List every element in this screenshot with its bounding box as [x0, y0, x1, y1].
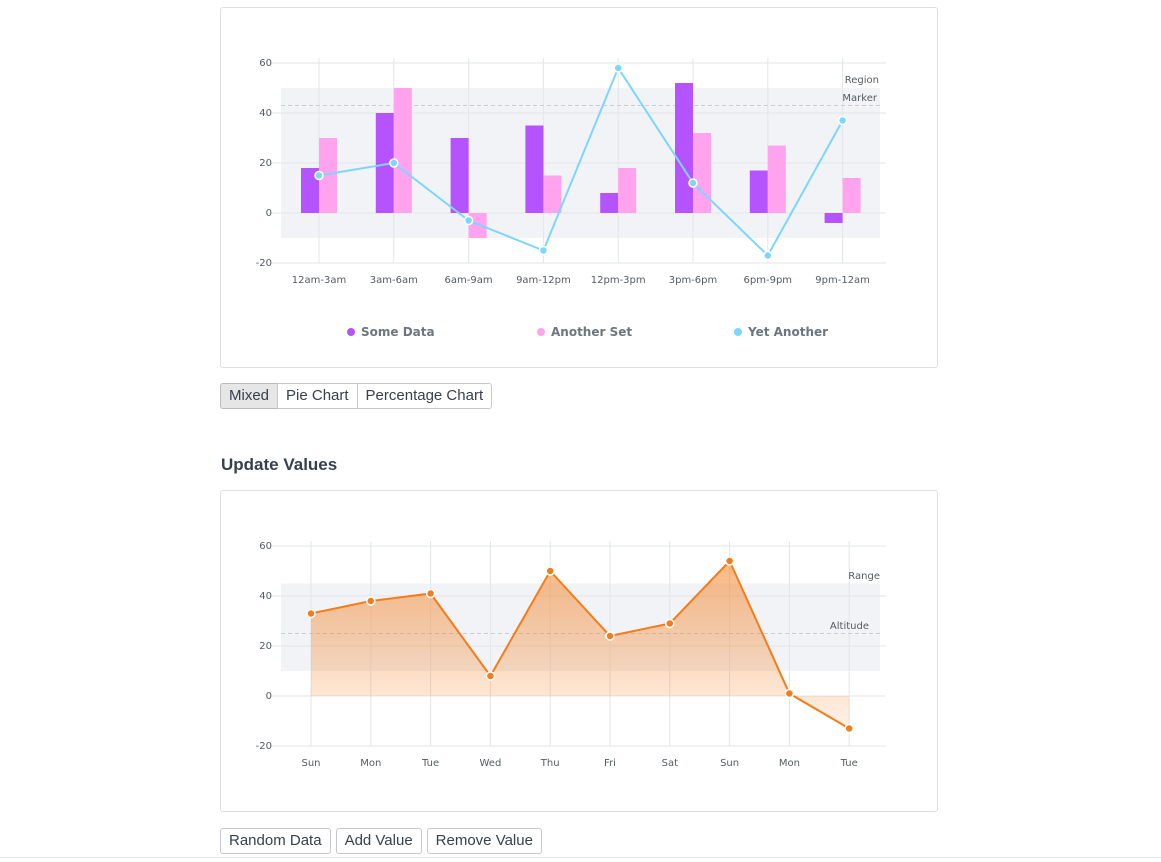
chart2-x-tick-label: Sat	[662, 758, 678, 769]
legend-swatch	[734, 328, 742, 336]
remove-value-button[interactable]: Remove Value	[426, 828, 542, 854]
another-set-bar	[767, 145, 786, 213]
chart2-y-tick-label: 20	[259, 641, 272, 652]
mixed-button[interactable]: Mixed	[220, 383, 279, 409]
chart1-x-tick-label: 9am-12pm	[516, 275, 571, 286]
chart1-x-tick-label: 12pm-3pm	[591, 275, 646, 286]
chart2-x-tick-label: Sun	[720, 758, 739, 769]
another-set-bar	[842, 178, 861, 213]
chart2-y-tick-label: 60	[259, 541, 272, 552]
update-values-heading: Update Values	[221, 455, 338, 474]
chart1-y-tick-label: 20	[259, 158, 272, 169]
add-value-button[interactable]: Add Value	[335, 828, 422, 854]
chart2-y-tick-label: 0	[266, 691, 272, 702]
another-set-bar	[693, 133, 711, 213]
area-point	[425, 588, 436, 599]
chart1-y-tick-label: -20	[256, 258, 272, 269]
some-data-bar	[675, 83, 693, 213]
some-data-bar	[525, 125, 544, 213]
marker-label: Marker	[842, 93, 877, 104]
percentage-chart-button[interactable]: Percentage Chart	[356, 383, 493, 409]
area-point	[366, 596, 376, 606]
legend-swatch	[347, 328, 355, 336]
chart2-y-tick-label: -20	[256, 741, 272, 752]
altitude-label: Altitude	[830, 621, 869, 632]
area-chart-card: 60 40 20 0 -20 Sun Mon Tue Wed Thu Fri Sat Sun Mon Tue…	[220, 490, 938, 812]
area-point	[784, 688, 795, 699]
chart1-x-tick-label: 9pm-12am	[815, 275, 870, 286]
yet-another-point	[463, 215, 474, 226]
some-data-bar	[749, 170, 768, 213]
area-point	[844, 723, 854, 734]
mixed-chart-card: 60 40 20 0 -20 12am-3am 3am-6am 6am-9am 9am-12pm…	[220, 7, 938, 368]
yet-another-point	[837, 115, 848, 126]
another-set-bar	[543, 175, 562, 213]
another-set-bar	[393, 88, 412, 213]
some-data-bar	[824, 213, 843, 223]
area-chart: 60 40 20 0 -20 Sun Mon Tue Wed Thu Fri Sat Sun Mon Tue…	[256, 541, 886, 769]
chart1-x-tick-label: 12am-3am	[292, 275, 346, 286]
legend-label: Yet Another	[747, 325, 828, 339]
yet-another-point	[763, 250, 773, 261]
area-point	[665, 618, 675, 629]
yet-another-point	[314, 170, 324, 181]
chart2-x-tick-label: Wed	[479, 758, 501, 769]
mixed-chart: 60 40 20 0 -20 12am-3am 3am-6am 6am-9am 9am-12pm…	[256, 58, 886, 339]
chart2-y-tick-label: 40	[259, 591, 272, 602]
chart1-y-tick-label: 40	[259, 108, 272, 119]
area-point	[306, 608, 316, 619]
area-point	[605, 631, 615, 641]
another-set-bar	[618, 168, 637, 213]
yet-another-point	[688, 178, 698, 188]
region-label: Region	[845, 75, 879, 86]
yet-another-point	[389, 158, 399, 168]
pie-chart-button[interactable]: Pie Chart	[277, 383, 358, 409]
chart1-y-tick-label: 0	[266, 208, 272, 219]
chart2-x-tick-label: Thu	[540, 758, 560, 769]
chart2-x-tick-label: Tue	[840, 758, 858, 769]
area-point	[485, 671, 496, 681]
yet-another-point	[613, 63, 623, 73]
chart2-x-tick-label: Mon	[779, 758, 800, 769]
legend-swatch	[537, 328, 545, 336]
chart1-x-tick-label: 3am-6am	[370, 275, 418, 286]
chart1-x-tick-label: 6am-9am	[445, 275, 493, 286]
chart2-x-tick-label: Tue	[421, 758, 439, 769]
legend-label: Another Set	[551, 325, 632, 339]
range-label: Range	[848, 571, 880, 582]
yet-another-point	[538, 245, 549, 256]
chart1-y-tick-label: 60	[259, 58, 272, 69]
chart-type-button-group: Mixed Pie Chart Percentage Chart	[220, 383, 493, 409]
chart2-x-tick-label: Mon	[360, 758, 381, 769]
chart2-x-tick-label: Fri	[604, 758, 616, 769]
chart1-x-tick-label: 6pm-9pm	[744, 275, 793, 286]
chart2-x-tick-label: Sun	[301, 758, 320, 769]
random-data-button[interactable]: Random Data	[220, 828, 331, 854]
legend-label: Some Data	[361, 325, 435, 339]
area-point	[545, 566, 555, 576]
area-point	[724, 556, 735, 566]
page-divider	[0, 857, 1161, 858]
update-values-button-group: Random Data Add Value Remove Value	[220, 828, 542, 854]
some-data-bar	[600, 193, 619, 213]
chart1-x-tick-label: 3pm-6pm	[669, 275, 718, 286]
some-data-bar	[450, 138, 469, 213]
